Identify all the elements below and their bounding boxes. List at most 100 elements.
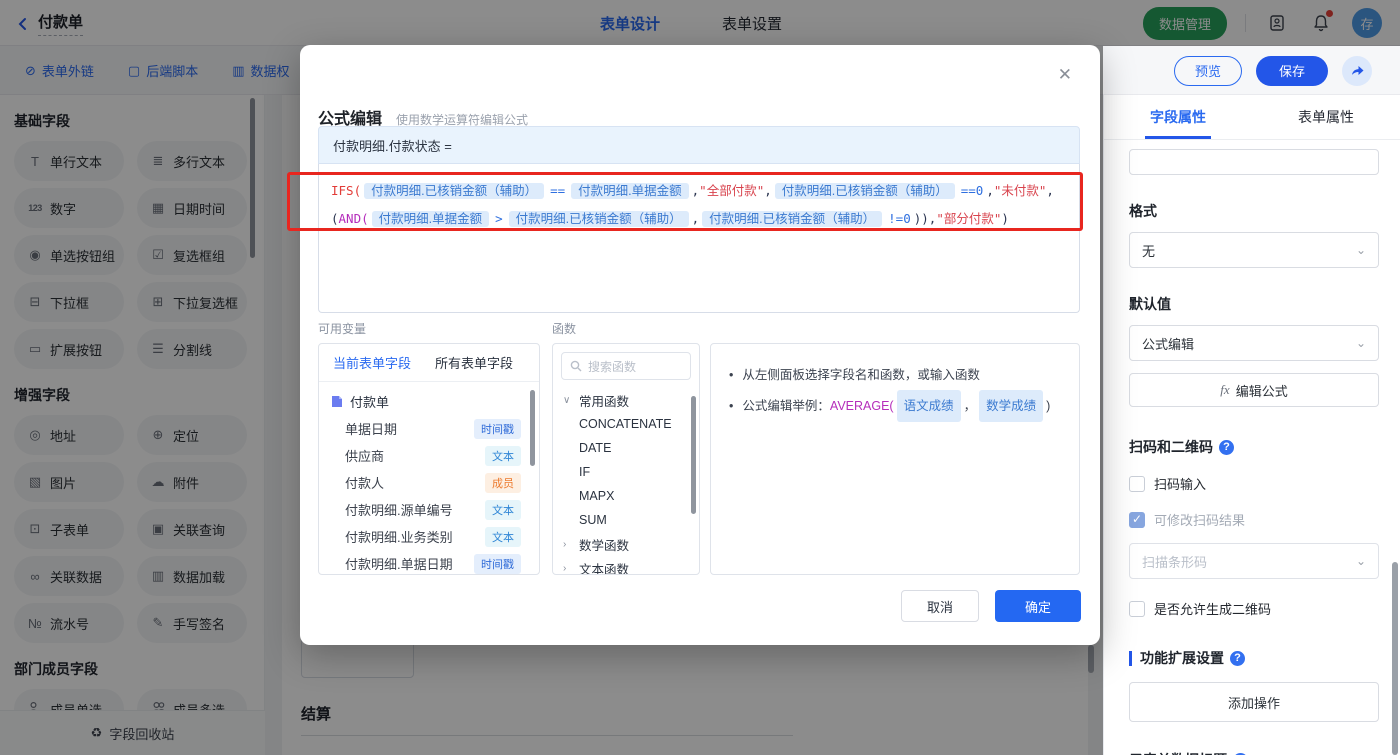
checkbox-unchecked[interactable] [1129, 475, 1145, 492]
formula-field-token: 付款明细.单据金额 [571, 183, 689, 199]
variables-scrollbar[interactable] [530, 390, 535, 466]
variable-item-付款明细.单据日期[interactable]: 付款明细.单据日期 时间戳 [319, 550, 539, 574]
formula-token: AND( [338, 211, 369, 226]
variable-item-付款人[interactable]: 付款人 成员 [319, 469, 539, 496]
default-value-select[interactable]: 公式编辑 ⌄ [1129, 325, 1379, 361]
scan-input-checkbox-row[interactable]: 扫码输入 [1129, 474, 1379, 493]
formula-line: (AND(付款明细.单据金额 > 付款明细.已核销金额（辅助）, 付款明细.已核销金额… [331, 205, 1067, 233]
function-item-CONCATENATE[interactable]: CONCATENATE [553, 412, 699, 436]
modify-scan-result-checkbox-row[interactable]: 可修改扫码结果 [1129, 510, 1379, 529]
formula-token: ) [1001, 211, 1009, 226]
help-icon[interactable] [1219, 439, 1234, 455]
function-group-常用函数[interactable]: ∨ 常用函数 [553, 388, 699, 412]
default-value-label: 默认值 [1129, 296, 1171, 312]
properties-panel: 字段属性 表单属性 格式 无 ⌄ 默认值 公式编辑 ⌄ fx 编辑公式 扫码和二… [1103, 95, 1400, 755]
help-example-token: 公式编辑举例： [742, 399, 830, 413]
panel-scrollbar[interactable] [1392, 562, 1398, 755]
variable-item-付款明细.源单编号[interactable]: 付款明细.源单编号 文本 [319, 496, 539, 523]
toolbar-actions: 预览 保存 [1174, 46, 1372, 95]
function-item-MAPX[interactable]: MAPX [553, 484, 699, 508]
allow-qr-checkbox-row[interactable]: 是否允许生成二维码 [1129, 599, 1379, 618]
format-label: 格式 [1129, 203, 1157, 219]
checkbox-unchecked[interactable] [1129, 600, 1145, 617]
add-action-button[interactable]: 添加操作 [1129, 682, 1379, 722]
help-example-token: ， [963, 399, 977, 413]
help-tip: 从左侧面板选择字段名和函数，或输入函数 [725, 360, 1065, 390]
tab-all-form-fields[interactable]: 所有表单字段 [435, 353, 513, 372]
formula-field-token: 付款明细.已核销金额（辅助） [508, 211, 689, 227]
caret-icon: ∨ [563, 394, 571, 406]
functions-label: 函数 [552, 322, 577, 336]
help-icon[interactable] [1230, 650, 1245, 666]
confirm-button[interactable]: 确定 [995, 590, 1081, 622]
scan-qr-section-title: 扫码和二维码 [1129, 437, 1379, 457]
search-icon [570, 360, 582, 372]
variable-root-node[interactable]: 付款单 [319, 388, 539, 415]
tab-form-properties[interactable]: 表单属性 [1252, 95, 1400, 139]
variable-type-badge: 时间戳 [474, 553, 521, 574]
caret-icon: › [563, 538, 567, 550]
function-item-SUM[interactable]: SUM [553, 508, 699, 532]
help-example-token: ) [1046, 399, 1051, 413]
barcode-select[interactable]: 扫描条形码 ⌄ [1129, 543, 1379, 579]
share-button[interactable] [1342, 55, 1372, 86]
function-item-IF[interactable]: IF [553, 460, 699, 484]
formula-token: "未付款" [993, 183, 1047, 198]
functions-panel: 搜索函数 ∨ 常用函数 CONCATENATE DATE IF MAPX SUM › 数学函数 ›… [552, 343, 700, 575]
checkbox-checked[interactable] [1129, 511, 1145, 528]
formula-help-panel: 从左侧面板选择字段名和函数，或输入函数 公式编辑举例：AVERAGE(语文成绩，… [710, 343, 1080, 575]
variable-name: 单据日期 [345, 422, 398, 437]
variable-item-供应商[interactable]: 供应商 文本 [319, 442, 539, 469]
formula-token: ( [331, 211, 339, 226]
variable-type-badge: 文本 [485, 499, 521, 520]
function-item-DATE[interactable]: DATE [553, 436, 699, 460]
formula-token: == [550, 183, 566, 198]
variable-item-单据日期[interactable]: 单据日期 时间戳 [319, 415, 539, 442]
variable-item-付款明细.业务类别[interactable]: 付款明细.业务类别 文本 [319, 523, 539, 550]
chevron-down-icon: ⌄ [1355, 243, 1366, 257]
help-example-token: AVERAGE( [829, 399, 894, 413]
format-select[interactable]: 无 ⌄ [1129, 232, 1379, 268]
cancel-button[interactable]: 取消 [901, 590, 979, 622]
formula-token: IFS( [331, 183, 362, 198]
function-group-文本函数[interactable]: › 文本函数 [553, 556, 699, 575]
formula-token: ==0 [960, 183, 984, 198]
formula-token: "部分付款" [936, 211, 1002, 226]
document-icon [331, 395, 343, 408]
share-arrow-icon [1351, 66, 1363, 75]
preview-button[interactable]: 预览 [1174, 55, 1242, 86]
formula-editor-modal: 公式编辑 使用数学运算符编辑公式 付款明细.付款状态 = IFS(付款明细.已核… [300, 45, 1100, 645]
formula-field-token: 付款明细.已核销金额（辅助） [774, 183, 955, 199]
fx-icon: fx [1220, 382, 1230, 397]
save-button[interactable]: 保存 [1256, 55, 1328, 86]
field-name-input[interactable] [1129, 149, 1379, 175]
tab-current-form-fields[interactable]: 当前表单字段 [333, 353, 411, 372]
formula-editor-area[interactable]: IFS(付款明细.已核销金额（辅助） == 付款明细.单据金额 ,"全部付款", 付款明… [318, 164, 1080, 313]
functions-scrollbar[interactable] [691, 396, 696, 514]
formula-line: IFS(付款明细.已核销金额（辅助） == 付款明细.单据金额 ,"全部付款", 付款明… [331, 177, 1067, 205]
close-icon[interactable] [1058, 65, 1072, 85]
function-group-数学函数[interactable]: › 数学函数 [553, 532, 699, 556]
modal-overlay [0, 0, 1400, 46]
variable-name: 供应商 [345, 449, 385, 464]
formula-token: > [495, 211, 503, 226]
variable-root-label: 付款单 [350, 395, 390, 410]
variable-type-badge: 时间戳 [474, 418, 521, 439]
formula-target-bar: 付款明细.付款状态 = [318, 126, 1080, 164]
function-search-input[interactable]: 搜索函数 [561, 352, 691, 380]
formula-token: !=0 [888, 211, 911, 226]
variable-type-badge: 文本 [485, 526, 521, 547]
variables-tabs: 当前表单字段 所有表单字段 [319, 344, 539, 382]
variable-name: 付款明细.业务类别 [345, 530, 453, 545]
formula-token: , [691, 211, 700, 226]
edit-formula-button[interactable]: fx 编辑公式 [1129, 373, 1379, 407]
variable-type-badge: 成员 [485, 472, 521, 493]
variable-type-badge: 文本 [485, 445, 521, 466]
variable-name: 付款明细.单据日期 [345, 557, 453, 572]
formula-token: , [1046, 183, 1054, 198]
tab-field-properties[interactable]: 字段属性 [1104, 95, 1252, 139]
formula-token: , [986, 183, 994, 198]
formula-token: )) [913, 211, 929, 226]
app-root: 付款单 表单设计 表单设置 数据管理 存 ⊘ 表单外链 ▢ 后端脚本 ▥ 数据权 预览 保… [0, 0, 1400, 755]
formula-field-token: 付款明细.已核销金额（辅助） [702, 211, 883, 227]
